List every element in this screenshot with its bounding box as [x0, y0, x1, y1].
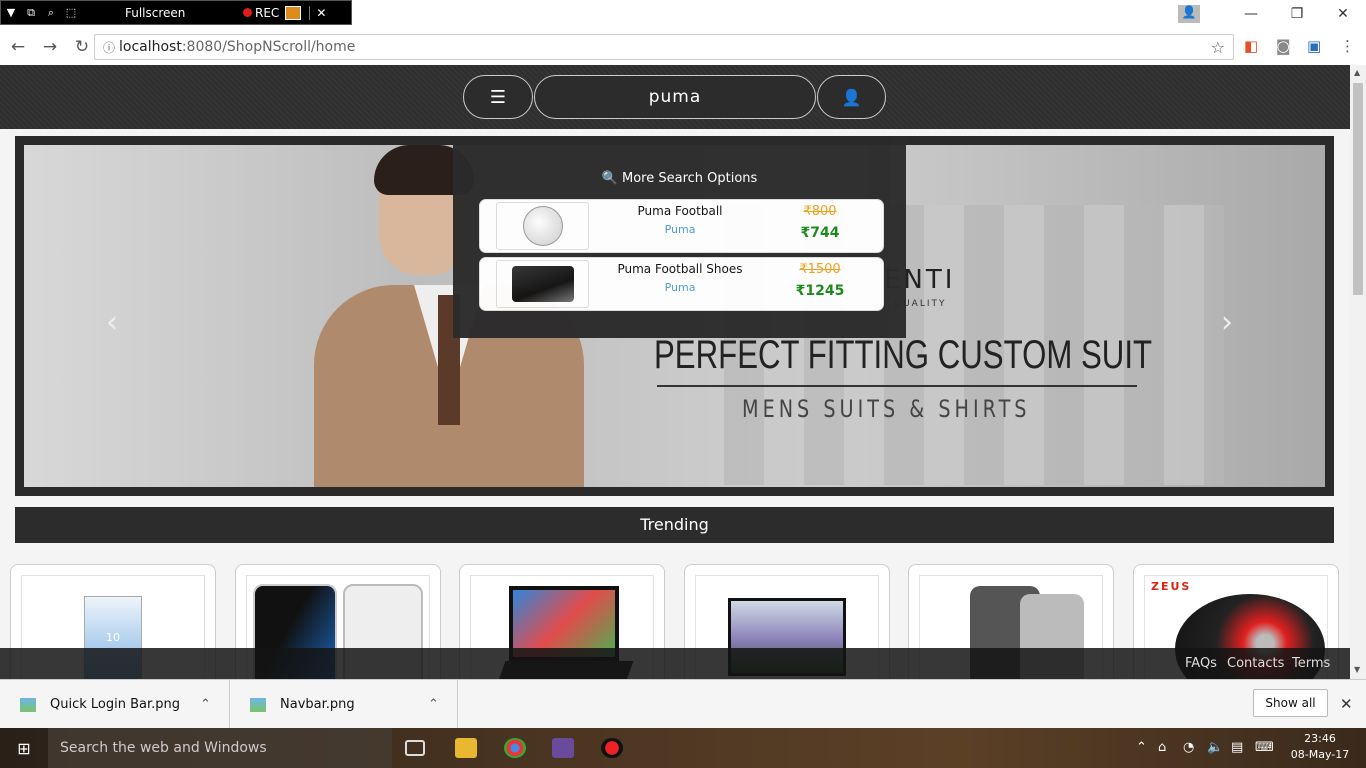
contacts-link[interactable]: Contacts: [1227, 656, 1284, 671]
recorder-mode: Fullscreen: [125, 5, 186, 20]
zoom-icon[interactable]: ⌕: [41, 6, 61, 20]
user-button[interactable]: 👤: [817, 75, 886, 119]
site-navbar: ☰ puma 👤: [0, 65, 1350, 129]
football-image: [522, 206, 563, 246]
carousel-next-icon[interactable]: ›: [1221, 305, 1233, 340]
more-search-options[interactable]: 🔍 More Search Options: [453, 171, 906, 186]
scroll-thumb[interactable]: [1353, 83, 1363, 295]
window-controls: 👤 — ❐ ✕: [1178, 0, 1366, 27]
trending-header: Trending: [15, 507, 1334, 543]
more-search-options-label: More Search Options: [622, 171, 758, 186]
taskbar-search[interactable]: Search the web and Windows: [48, 728, 392, 768]
url-path: :8080/ShopNScroll/home: [181, 39, 356, 55]
product-brand: Puma: [664, 223, 696, 236]
address-bar[interactable]: ⓘ localhost:8080/ShopNScroll/home ☆: [94, 34, 1234, 60]
taskbar: ⊞ Search the web and Windows ⌃ ⌂ ◔ 🔈 ▤ ⌨…: [0, 728, 1366, 768]
office-icon[interactable]: ◧: [1244, 37, 1258, 55]
recorder-toolbar: ▼ ⧉ ⌕ ⬚ Fullscreen REC ✕: [0, 0, 352, 25]
old-price: ₹1500: [799, 262, 841, 277]
slide-subtitle: MENS SUITS & SHIRTS: [742, 395, 1031, 423]
hamburger-icon: ☰: [489, 86, 507, 108]
slide-divider: [657, 385, 1137, 387]
search-result-item[interactable]: Puma Football Puma ₹800 ₹744: [479, 199, 884, 253]
file-explorer-icon[interactable]: [455, 738, 477, 758]
product-name: Puma Football: [637, 204, 723, 218]
s-extension-icon[interactable]: ▣: [1307, 37, 1321, 55]
menu-button[interactable]: ☰: [463, 75, 533, 119]
restore-icon[interactable]: ⧉: [21, 6, 41, 20]
user-icon: 👤: [841, 87, 862, 107]
slide-title: PERFECT FITTING CUSTOM SUIT: [654, 333, 1153, 377]
recorder-app-icon[interactable]: [601, 738, 623, 758]
camera-icon[interactable]: [285, 5, 302, 20]
scroll-up-icon[interactable]: ▲: [1354, 68, 1360, 77]
windows-start-icon[interactable]: ⊞: [0, 728, 48, 768]
profile-icon[interactable]: 👤: [1178, 4, 1200, 23]
site-footer: FAQs Contacts Terms: [0, 648, 1350, 679]
webpage: ☰ puma 👤 ENTI QUALITY PERFECT FITTING CU…: [0, 65, 1350, 679]
faqs-link[interactable]: FAQs: [1185, 656, 1217, 671]
record-dot-icon: [243, 8, 252, 17]
close-recorder-button[interactable]: ✕: [309, 5, 326, 20]
info-icon[interactable]: ⓘ: [99, 39, 119, 56]
bookmark-star-icon[interactable]: ☆: [1211, 38, 1225, 57]
maximize-button[interactable]: ❐: [1274, 6, 1320, 22]
phone-screen-text: 10: [106, 631, 120, 644]
clock-date: 08-May-17: [1290, 748, 1350, 761]
chrome-icon[interactable]: [504, 738, 526, 758]
network-icon[interactable]: ⌂: [1158, 740, 1166, 755]
scroll-down-icon[interactable]: ▼: [1354, 665, 1360, 674]
search-input[interactable]: puma: [534, 75, 816, 119]
new-price: ₹744: [800, 225, 840, 241]
reload-icon[interactable]: ↻: [68, 37, 96, 57]
search-dropdown: 🔍 More Search Options Puma Football Puma…: [453, 136, 906, 338]
close-window-button[interactable]: ✕: [1320, 6, 1366, 22]
image-file-icon: [20, 697, 36, 712]
notification-icon[interactable]: ▤: [1231, 740, 1243, 755]
chevron-up-icon[interactable]: ⌃: [200, 697, 211, 712]
browser-toolbar: ← → ↻ ⓘ localhost:8080/ShopNScroll/home …: [0, 29, 1366, 65]
product-brand: Puma: [664, 281, 696, 294]
download-filename: Navbar.png: [280, 697, 355, 712]
wifi-icon[interactable]: ◔: [1183, 740, 1194, 755]
rec-button[interactable]: REC: [255, 6, 279, 20]
region-icon[interactable]: ⬚: [61, 6, 81, 19]
keyboard-icon[interactable]: ⌨: [1255, 740, 1274, 755]
show-all-button[interactable]: Show all: [1253, 689, 1328, 717]
image-file-icon: [250, 697, 266, 712]
camera-extension-icon[interactable]: ◙: [1276, 37, 1291, 55]
menu-triangle-icon[interactable]: ▼: [1, 6, 21, 19]
terms-link[interactable]: Terms: [1292, 656, 1330, 671]
chevron-up-icon[interactable]: ⌃: [428, 697, 439, 712]
download-item[interactable]: Quick Login Bar.png ⌃: [0, 680, 230, 729]
page-scrollbar[interactable]: ▲ ▼: [1350, 65, 1366, 679]
app-icon[interactable]: [552, 738, 574, 758]
old-price: ₹800: [803, 204, 837, 219]
search-icon: 🔍: [601, 171, 618, 186]
search-result-item[interactable]: Puma Football Shoes Puma ₹1500 ₹1245: [479, 257, 884, 311]
tray-chevron-icon[interactable]: ⌃: [1136, 740, 1147, 755]
chrome-menu-icon[interactable]: ⋮: [1340, 37, 1355, 55]
task-view-icon[interactable]: [405, 740, 425, 756]
new-price: ₹1245: [795, 283, 845, 299]
product-thumbnail: [496, 260, 589, 308]
minimize-button[interactable]: —: [1228, 6, 1274, 22]
download-item[interactable]: Navbar.png ⌃: [230, 680, 458, 729]
system-clock[interactable]: 23:46 08-May-17: [1290, 731, 1350, 763]
carousel-prev-icon[interactable]: ‹: [106, 305, 118, 340]
product-name: Puma Football Shoes: [617, 262, 743, 276]
clock-time: 23:46: [1304, 732, 1336, 745]
helmet-brand: ZEUS: [1151, 580, 1192, 593]
product-thumbnail: [496, 202, 589, 250]
volume-icon[interactable]: 🔈: [1207, 740, 1223, 755]
download-bar: Quick Login Bar.png ⌃ Navbar.png ⌃ Show …: [0, 679, 1366, 729]
url-host: localhost: [119, 39, 182, 55]
download-filename: Quick Login Bar.png: [50, 697, 181, 712]
forward-icon[interactable]: →: [36, 37, 64, 57]
shoes-image: [511, 266, 574, 302]
close-download-bar-icon[interactable]: ✕: [1340, 695, 1353, 713]
back-icon[interactable]: ←: [4, 37, 32, 57]
